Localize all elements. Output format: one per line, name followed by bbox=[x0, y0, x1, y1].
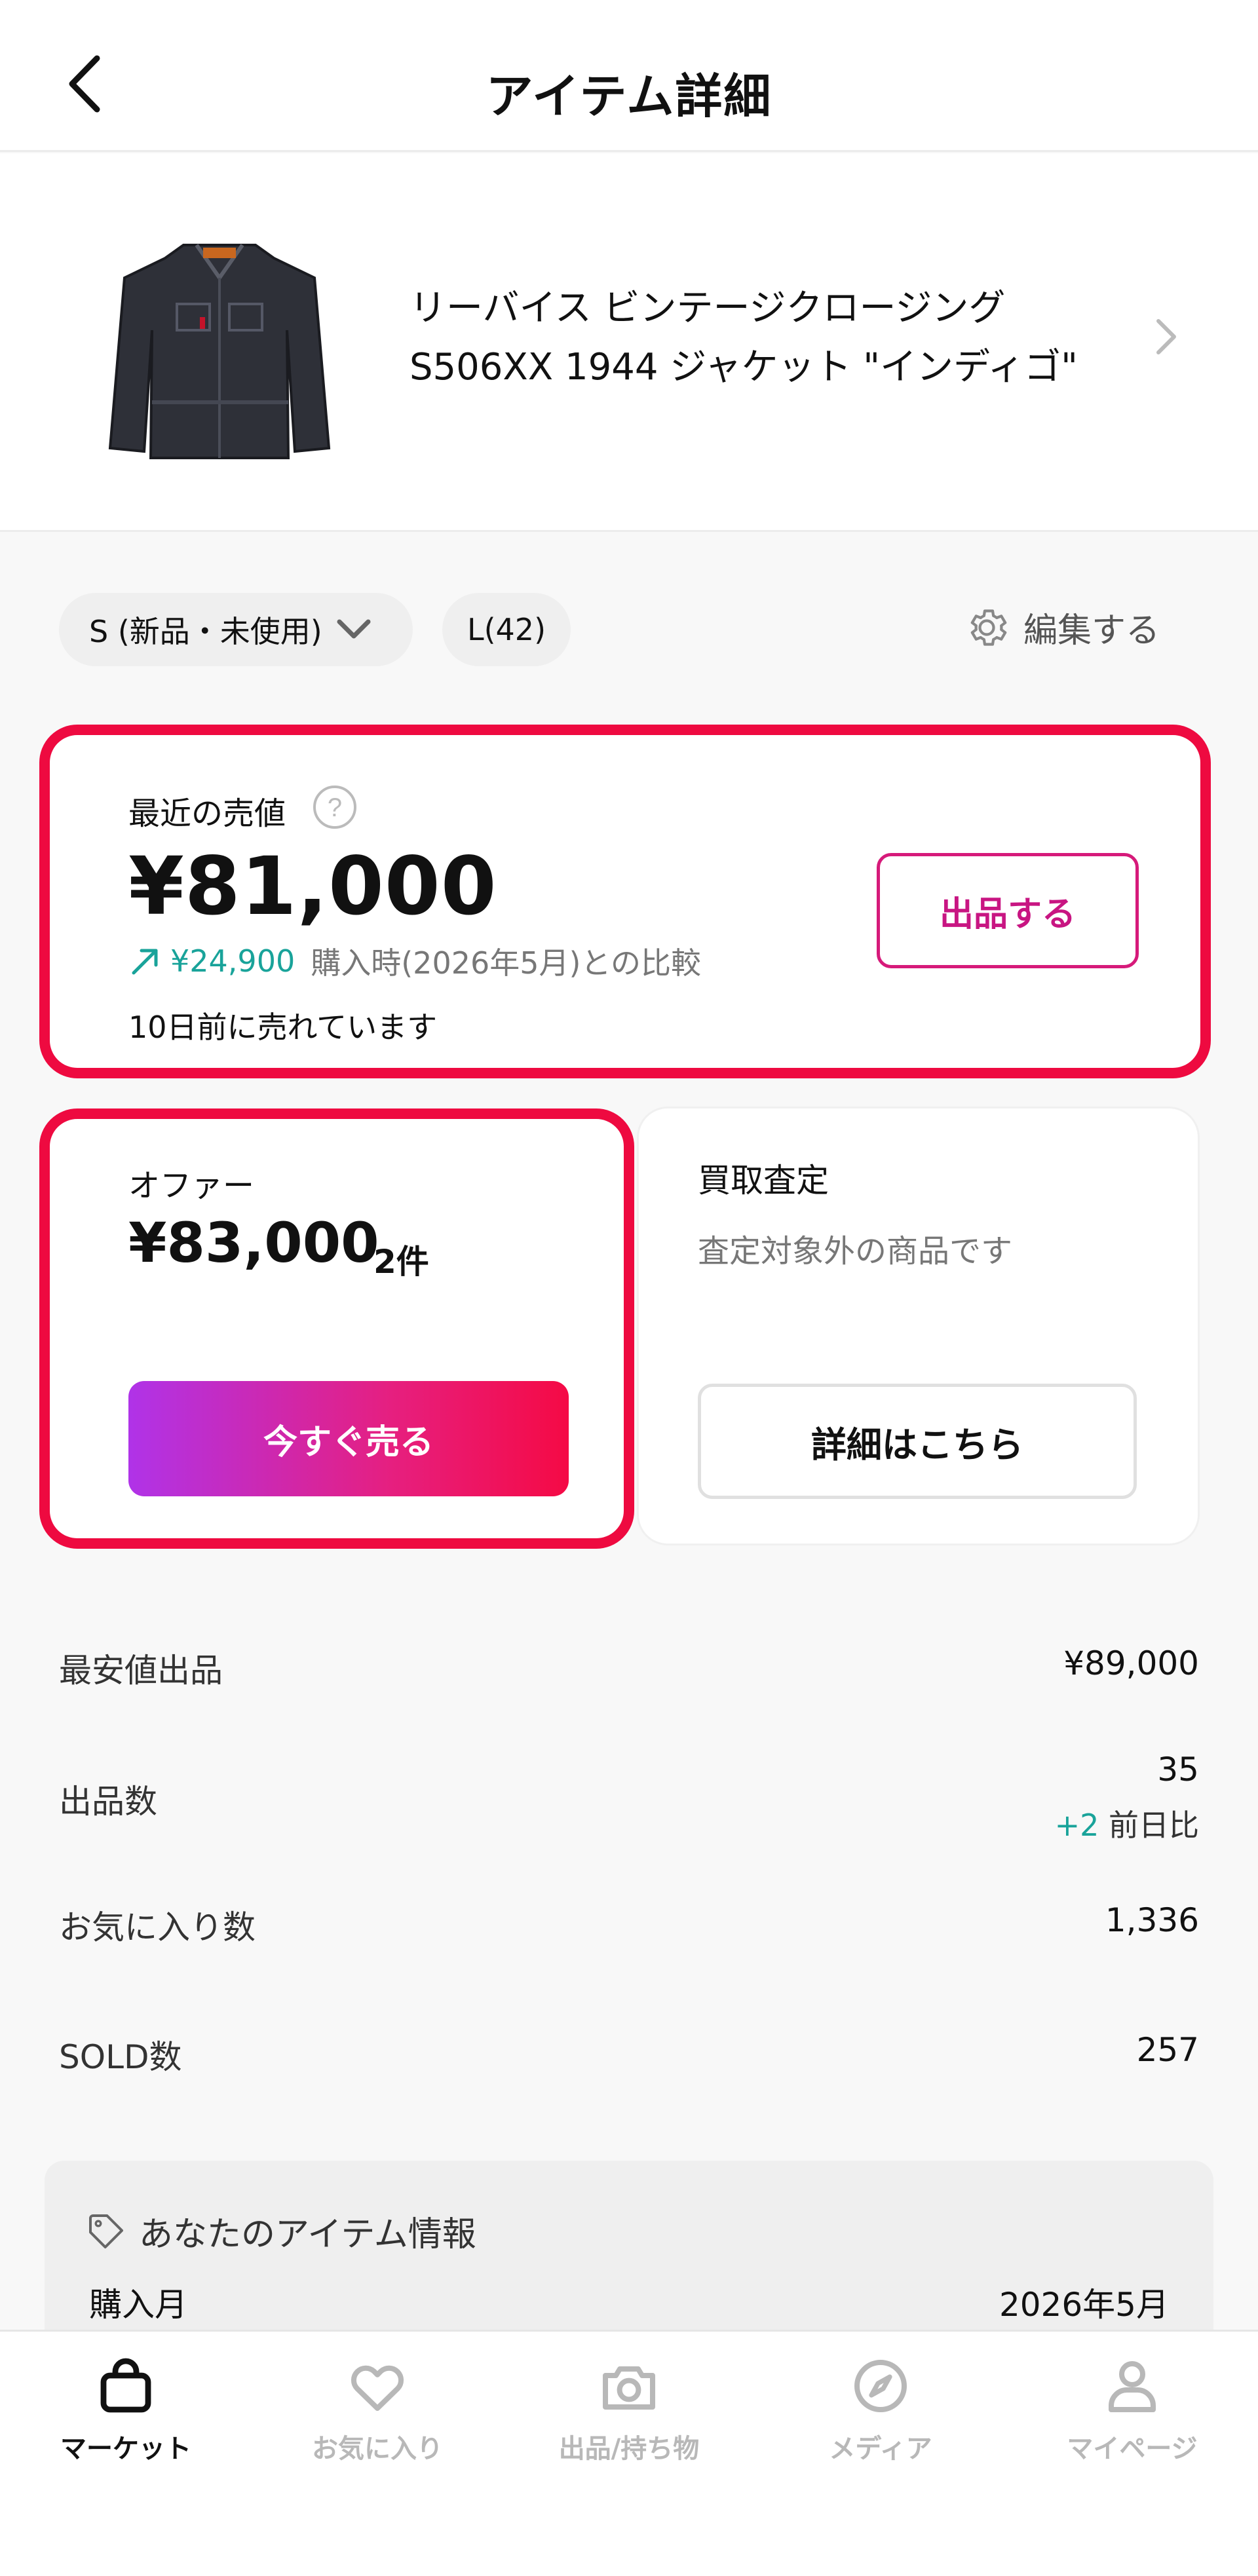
sold-ago-text: 10日前に売れています bbox=[128, 1010, 438, 1045]
tab-media[interactable]: メディア bbox=[755, 2332, 1006, 2489]
product-name: リーバイス ビンテージクロージング S506XX 1944 ジャケット "インデ… bbox=[410, 287, 1078, 388]
compass-icon bbox=[849, 2350, 912, 2422]
stat-value: 35 bbox=[1157, 1751, 1199, 1789]
stat-value: 1,336 bbox=[1105, 1901, 1199, 1939]
list-item-button[interactable]: 出品する bbox=[877, 853, 1139, 968]
tab-market[interactable]: マーケット bbox=[0, 2332, 252, 2489]
sell-now-button[interactable]: 今すぐ売る bbox=[128, 1381, 569, 1496]
camera-icon bbox=[598, 2350, 660, 2422]
page-title: アイテム詳細 bbox=[486, 69, 772, 124]
person-icon bbox=[1101, 2350, 1164, 2422]
your-item-title: あなたのアイテム情報 bbox=[85, 2207, 476, 2256]
chevron-right-icon bbox=[1153, 317, 1179, 359]
kaitori-title: 買取査定 bbox=[698, 1162, 829, 1200]
stat-value: ¥89,000 bbox=[1063, 1644, 1199, 1682]
price-trend: ¥24,900 購入時(2026年5月)との比較 bbox=[128, 939, 701, 983]
tag-icon bbox=[89, 2214, 123, 2248]
purchase-month-value: 2026年5月 bbox=[999, 2286, 1169, 2324]
offer-label: オファー bbox=[128, 1167, 255, 1204]
svg-text:?: ? bbox=[328, 793, 342, 822]
tab-mypage[interactable]: マイページ bbox=[1006, 2332, 1258, 2489]
tab-listing[interactable]: 出品/持ち物 bbox=[503, 2332, 755, 2489]
recent-price-label: 最近の売値 bbox=[128, 795, 286, 832]
edit-label: 編集する bbox=[1023, 611, 1160, 651]
size-chip[interactable]: L(42) bbox=[442, 593, 571, 666]
price-change: ¥24,900 bbox=[170, 943, 295, 979]
size-chip-label: L(42) bbox=[467, 612, 546, 647]
header: アイテム詳細 bbox=[0, 0, 1258, 152]
recent-price-card: 最近の売値 ? ¥81,000 ¥24,900 購入時(2026年5月)との比較… bbox=[39, 725, 1211, 1078]
trend-up-icon bbox=[132, 949, 158, 975]
stat-delta: +2 前日比 bbox=[1054, 1808, 1199, 1843]
purchase-month-label: 購入月 bbox=[89, 2286, 187, 2324]
stat-row-listings: 出品数 35 +2 前日比 bbox=[59, 1751, 1199, 1849]
kaitori-subtitle: 査定対象外の商品です bbox=[698, 1233, 1013, 1270]
gear-icon bbox=[970, 609, 1007, 646]
bag-icon bbox=[94, 2350, 157, 2422]
stat-label: 出品数 bbox=[59, 1783, 157, 1821]
product-image bbox=[98, 232, 341, 599]
chevron-down-icon bbox=[337, 619, 371, 639]
offer-count: 2件 bbox=[373, 1243, 429, 1281]
stat-row-lowest: 最安値出品 ¥89,000 bbox=[59, 1644, 1199, 1697]
compare-text: 購入時(2026年5月)との比較 bbox=[311, 945, 701, 981]
bottom-tab-bar: マーケット お気に入り 出品/持ち物 メディア マイページ bbox=[0, 2330, 1258, 2576]
details-button[interactable]: 詳細はこちら bbox=[698, 1384, 1137, 1499]
help-icon[interactable]: ? bbox=[312, 784, 358, 833]
tab-favorites[interactable]: お気に入り bbox=[252, 2332, 503, 2489]
recent-price: ¥81,000 bbox=[128, 840, 497, 933]
stat-label: お気に入り数 bbox=[59, 1908, 256, 1946]
heart-icon bbox=[346, 2350, 409, 2422]
stat-label: SOLD数 bbox=[59, 2038, 182, 2076]
stat-row-favorites: お気に入り数 1,336 bbox=[59, 1901, 1199, 1954]
kaitori-card: 買取査定 査定対象外の商品です 詳細はこちら bbox=[639, 1108, 1198, 1544]
size-condition-dropdown[interactable]: S (新品・未使用) bbox=[59, 593, 413, 666]
product-row[interactable]: リーバイス ビンテージクロージング S506XX 1944 ジャケット "インデ… bbox=[0, 153, 1258, 532]
size-condition-label: S (新品・未使用) bbox=[89, 614, 322, 649]
stat-value: 257 bbox=[1136, 2031, 1199, 2069]
edit-button[interactable]: 編集する bbox=[963, 603, 1160, 652]
offer-card: オファー ¥83,000 2件 今すぐ売る bbox=[39, 1108, 634, 1549]
stat-row-sold: SOLD数 257 bbox=[59, 2031, 1199, 2083]
stat-label: 最安値出品 bbox=[59, 1652, 223, 1690]
offer-price: ¥83,000 bbox=[128, 1211, 379, 1275]
